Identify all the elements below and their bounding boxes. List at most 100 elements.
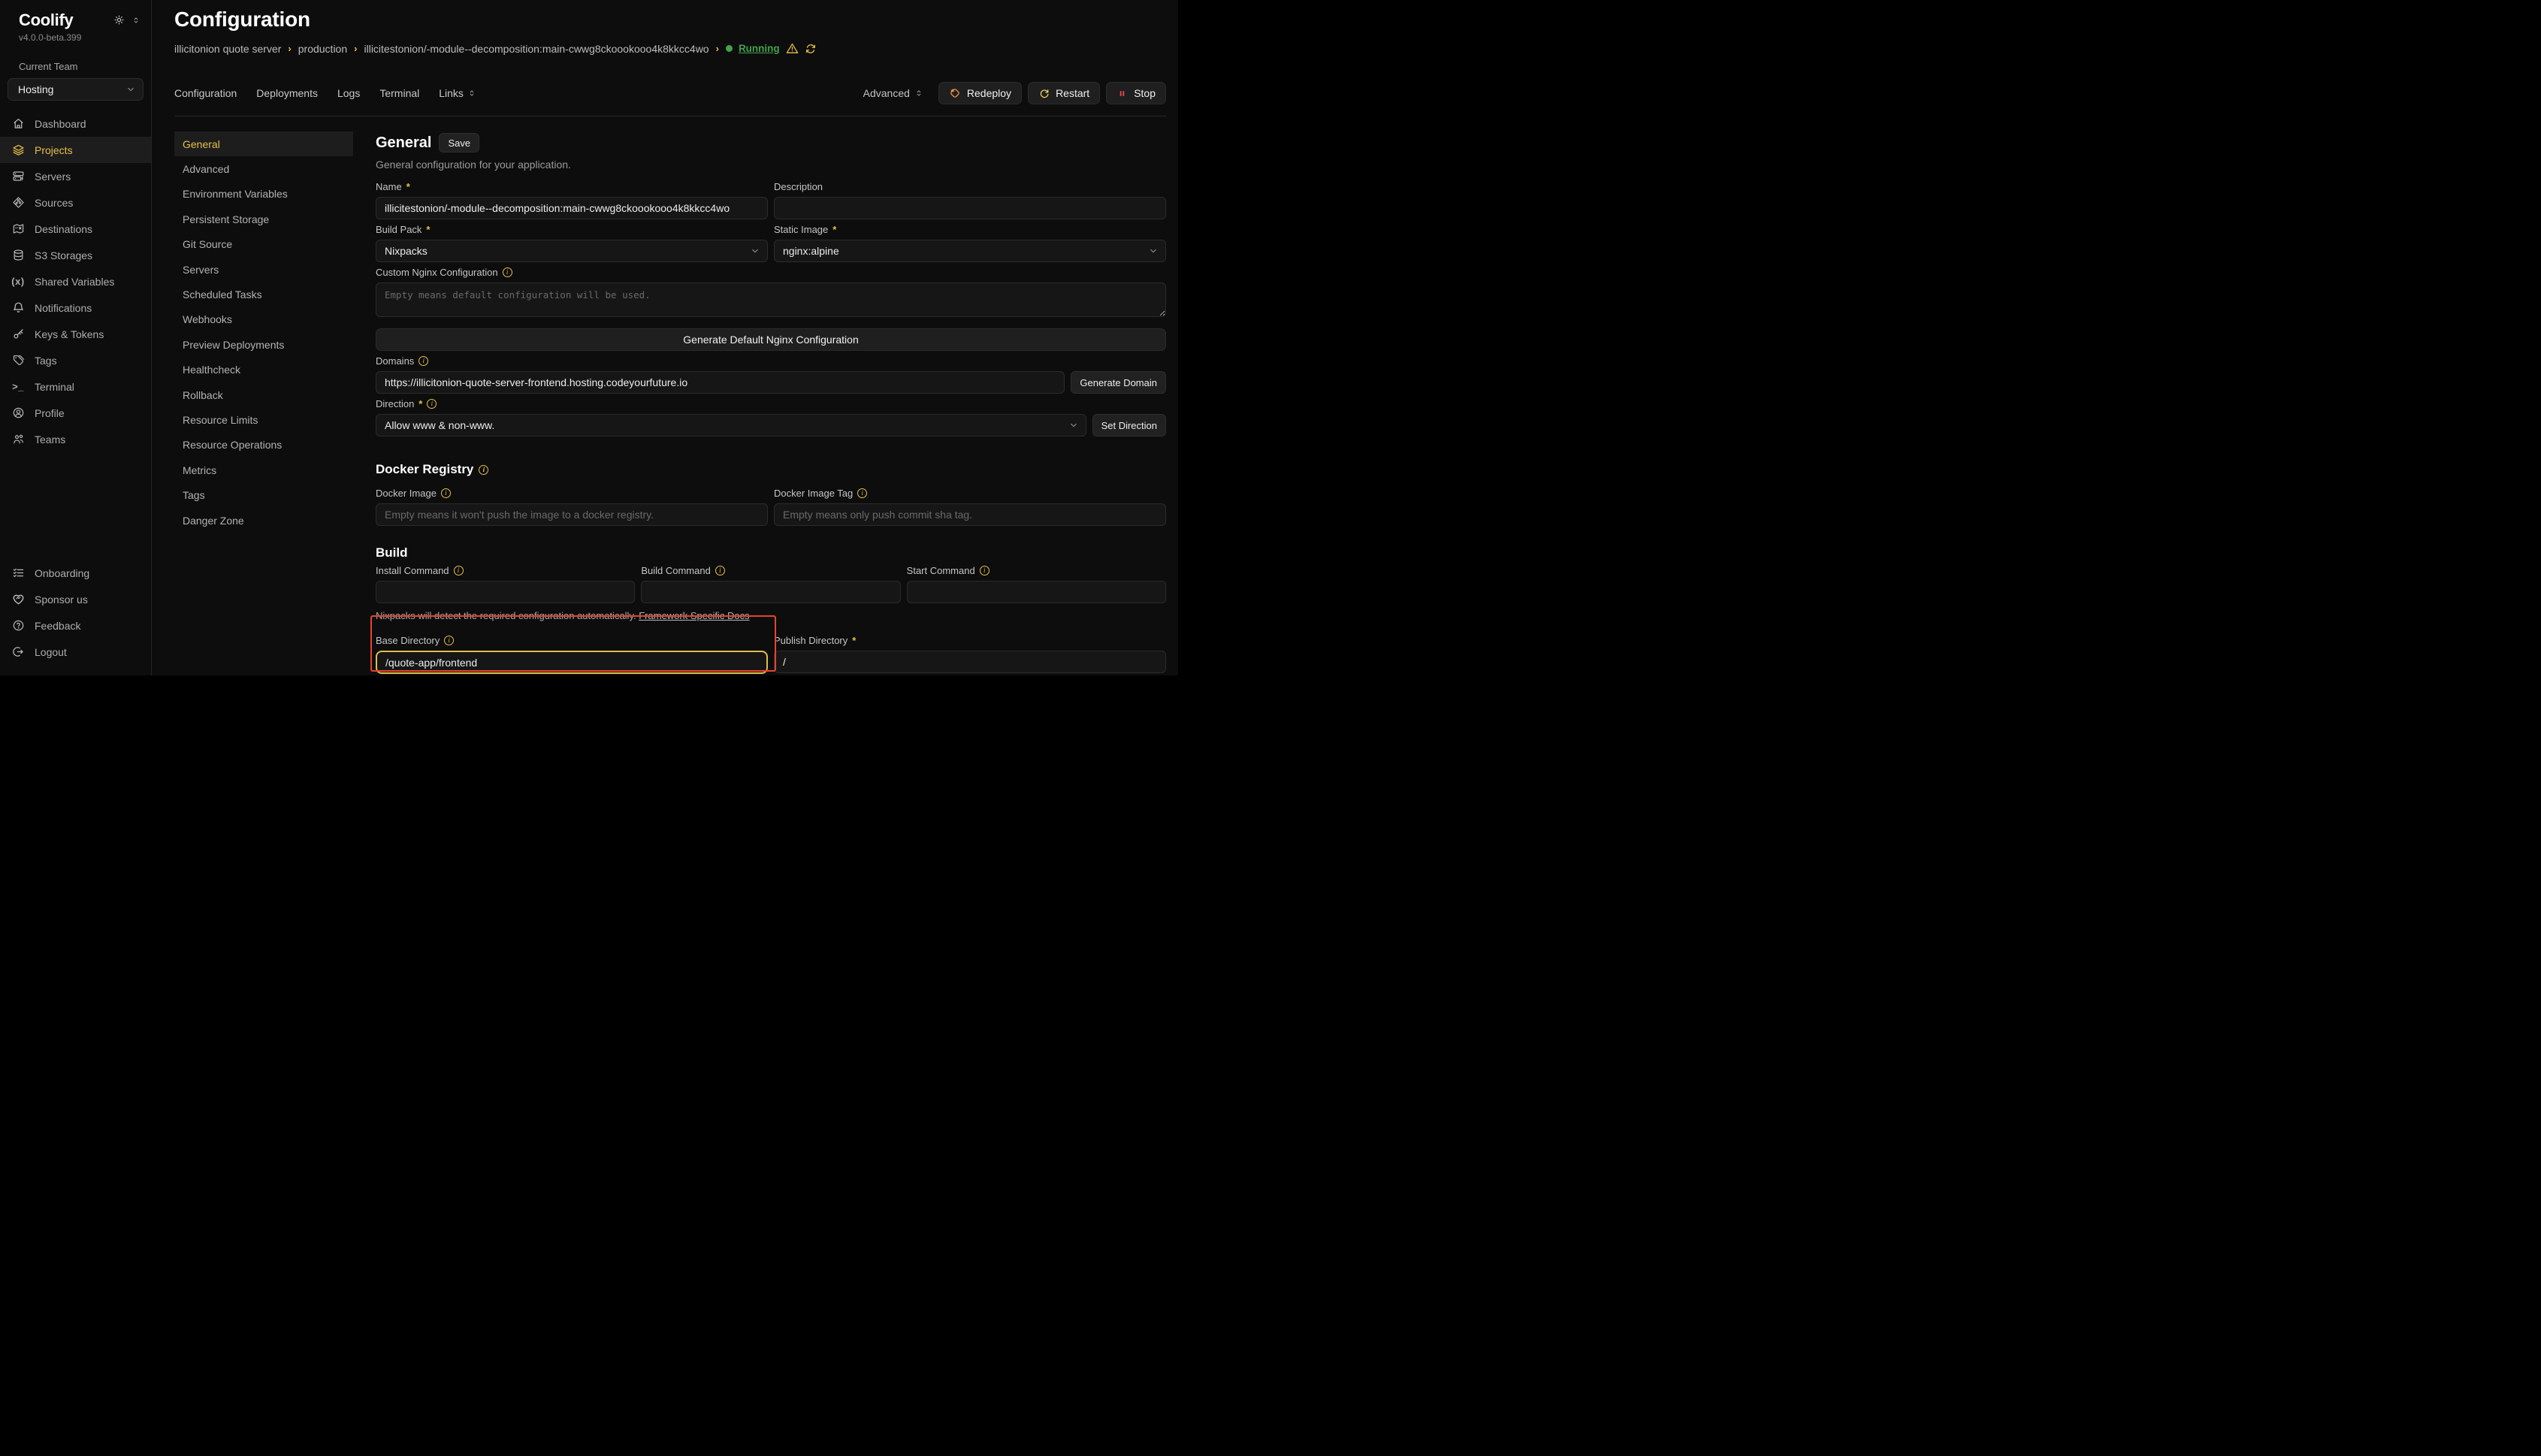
info-icon[interactable]: i — [444, 636, 454, 645]
sidebar-item-projects[interactable]: Projects — [0, 137, 151, 163]
info-icon[interactable]: i — [857, 488, 867, 498]
theme-toggle-sun-icon[interactable] — [113, 14, 125, 26]
build-pack-label: Build Pack* — [376, 224, 768, 235]
database-icon — [11, 249, 25, 262]
save-button[interactable]: Save — [439, 133, 479, 153]
app-logo: Coolify — [19, 11, 73, 30]
sidebar-item-dashboard[interactable]: Dashboard — [0, 110, 151, 137]
sidebar-item-teams[interactable]: Teams — [0, 426, 151, 452]
docker-image-field[interactable] — [376, 503, 768, 526]
key-icon — [11, 328, 25, 341]
stop-button[interactable]: Stop — [1106, 82, 1166, 104]
sidebar-item-profile[interactable]: Profile — [0, 400, 151, 426]
redeploy-label: Redeploy — [967, 87, 1011, 99]
advanced-menu[interactable]: Advanced — [863, 87, 923, 99]
tab-configuration[interactable]: Configuration — [174, 87, 237, 99]
subnav-item-metrics[interactable]: Metrics — [174, 458, 353, 482]
base-directory-field[interactable] — [376, 651, 768, 674]
info-icon[interactable]: i — [441, 488, 451, 498]
subnav-item-environment-variables[interactable]: Environment Variables — [174, 182, 353, 207]
direction-select[interactable]: Allow www & non-www. — [376, 414, 1086, 436]
subnav-item-healthcheck[interactable]: Healthcheck — [174, 358, 353, 382]
sidebar-item-destinations[interactable]: Destinations — [0, 216, 151, 242]
name-field[interactable] — [376, 197, 768, 219]
sidebar-item-terminal[interactable]: >_ Terminal — [0, 373, 151, 400]
sidebar-item-servers[interactable]: Servers — [0, 163, 151, 189]
sidebar-item-label: Notifications — [35, 302, 92, 314]
subnav-item-scheduled-tasks[interactable]: Scheduled Tasks — [174, 282, 353, 307]
team-select[interactable]: Hosting — [8, 78, 144, 101]
build-pack-select[interactable]: Nixpacks — [376, 240, 768, 262]
subnav-item-general[interactable]: General — [174, 131, 353, 156]
sidebar-item-onboarding[interactable]: Onboarding — [0, 560, 151, 586]
sidebar-item-s3-storages[interactable]: S3 Storages — [0, 242, 151, 268]
breadcrumb-application[interactable]: illicitestonion/-module--decomposition:m… — [364, 43, 709, 55]
subnav-item-resource-limits[interactable]: Resource Limits — [174, 407, 353, 432]
tab-logs[interactable]: Logs — [337, 87, 360, 99]
domains-field[interactable] — [376, 371, 1065, 394]
info-icon[interactable]: i — [418, 356, 428, 366]
restart-button[interactable]: Restart — [1028, 82, 1100, 104]
sidebar-item-sources[interactable]: Sources — [0, 189, 151, 216]
info-icon[interactable]: i — [479, 465, 488, 475]
install-command-field[interactable] — [376, 581, 635, 603]
set-direction-button[interactable]: Set Direction — [1092, 414, 1166, 436]
sidebar-item-feedback[interactable]: Feedback — [0, 612, 151, 639]
tab-deployments[interactable]: Deployments — [256, 87, 318, 99]
sidebar-item-sponsor-us[interactable]: Sponsor us — [0, 586, 151, 612]
build-pack-value: Nixpacks — [385, 245, 428, 257]
tab-bar: Configuration Deployments Logs Terminal … — [174, 82, 1166, 104]
static-image-label: Static Image* — [774, 224, 1166, 235]
name-label: Name* — [376, 181, 768, 192]
tab-links[interactable]: Links — [439, 87, 476, 99]
info-icon[interactable]: i — [715, 566, 725, 575]
subnav-item-git-source[interactable]: Git Source — [174, 232, 353, 257]
chevron-updown-icon — [467, 89, 476, 98]
start-command-field[interactable] — [907, 581, 1166, 603]
subnav-item-resource-operations[interactable]: Resource Operations — [174, 433, 353, 458]
sidebar-item-shared-variables[interactable]: (x) Shared Variables — [0, 268, 151, 295]
chevron-down-icon — [1068, 420, 1079, 430]
sidebar-item-tags[interactable]: Tags — [0, 347, 151, 373]
sidebar-item-label: Servers — [35, 171, 71, 183]
info-icon[interactable]: i — [980, 566, 990, 575]
stop-icon — [1116, 88, 1128, 99]
framework-docs-link[interactable]: Framework Specific Docs — [639, 610, 749, 621]
build-command-field[interactable] — [641, 581, 900, 603]
subnav-item-persistent-storage[interactable]: Persistent Storage — [174, 207, 353, 231]
sidebar-item-label: Shared Variables — [35, 276, 114, 288]
subnav-item-preview-deployments[interactable]: Preview Deployments — [174, 332, 353, 357]
info-icon[interactable]: i — [454, 566, 464, 575]
static-image-select[interactable]: nginx:alpine — [774, 240, 1166, 262]
breadcrumb-project[interactable]: illicitonion quote server — [174, 43, 281, 55]
logout-icon — [11, 645, 25, 659]
breadcrumb-environment[interactable]: production — [298, 43, 347, 55]
generate-domain-button[interactable]: Generate Domain — [1071, 371, 1166, 394]
subnav-item-advanced[interactable]: Advanced — [174, 156, 353, 181]
info-icon[interactable]: i — [503, 267, 512, 277]
publish-directory-field[interactable] — [774, 651, 1166, 673]
subnav-item-webhooks[interactable]: Webhooks — [174, 307, 353, 332]
info-icon[interactable]: i — [427, 399, 437, 409]
refresh-icon[interactable] — [805, 43, 817, 55]
sidebar-item-keys-tokens[interactable]: Keys & Tokens — [0, 321, 151, 347]
subnav-item-rollback[interactable]: Rollback — [174, 382, 353, 407]
status-dot — [726, 45, 733, 52]
subnav-item-servers[interactable]: Servers — [174, 257, 353, 282]
redeploy-icon — [949, 87, 961, 99]
tab-terminal[interactable]: Terminal — [379, 87, 419, 99]
custom-nginx-textarea[interactable] — [376, 282, 1166, 317]
subnav-item-danger-zone[interactable]: Danger Zone — [174, 508, 353, 533]
sidebar-collapse-icon[interactable] — [131, 16, 140, 25]
description-field[interactable] — [774, 197, 1166, 219]
generate-nginx-button[interactable]: Generate Default Nginx Configuration — [376, 328, 1166, 351]
redeploy-button[interactable]: Redeploy — [938, 82, 1022, 104]
chevron-right-icon: › — [288, 43, 291, 54]
status-badge[interactable]: Running — [739, 43, 780, 54]
subnav-item-tags[interactable]: Tags — [174, 482, 353, 507]
required-asterisk: * — [832, 224, 836, 235]
warning-icon[interactable] — [786, 42, 799, 55]
sidebar-item-notifications[interactable]: Notifications — [0, 295, 151, 321]
sidebar-item-logout[interactable]: Logout — [0, 639, 151, 665]
docker-image-tag-field[interactable] — [774, 503, 1166, 526]
